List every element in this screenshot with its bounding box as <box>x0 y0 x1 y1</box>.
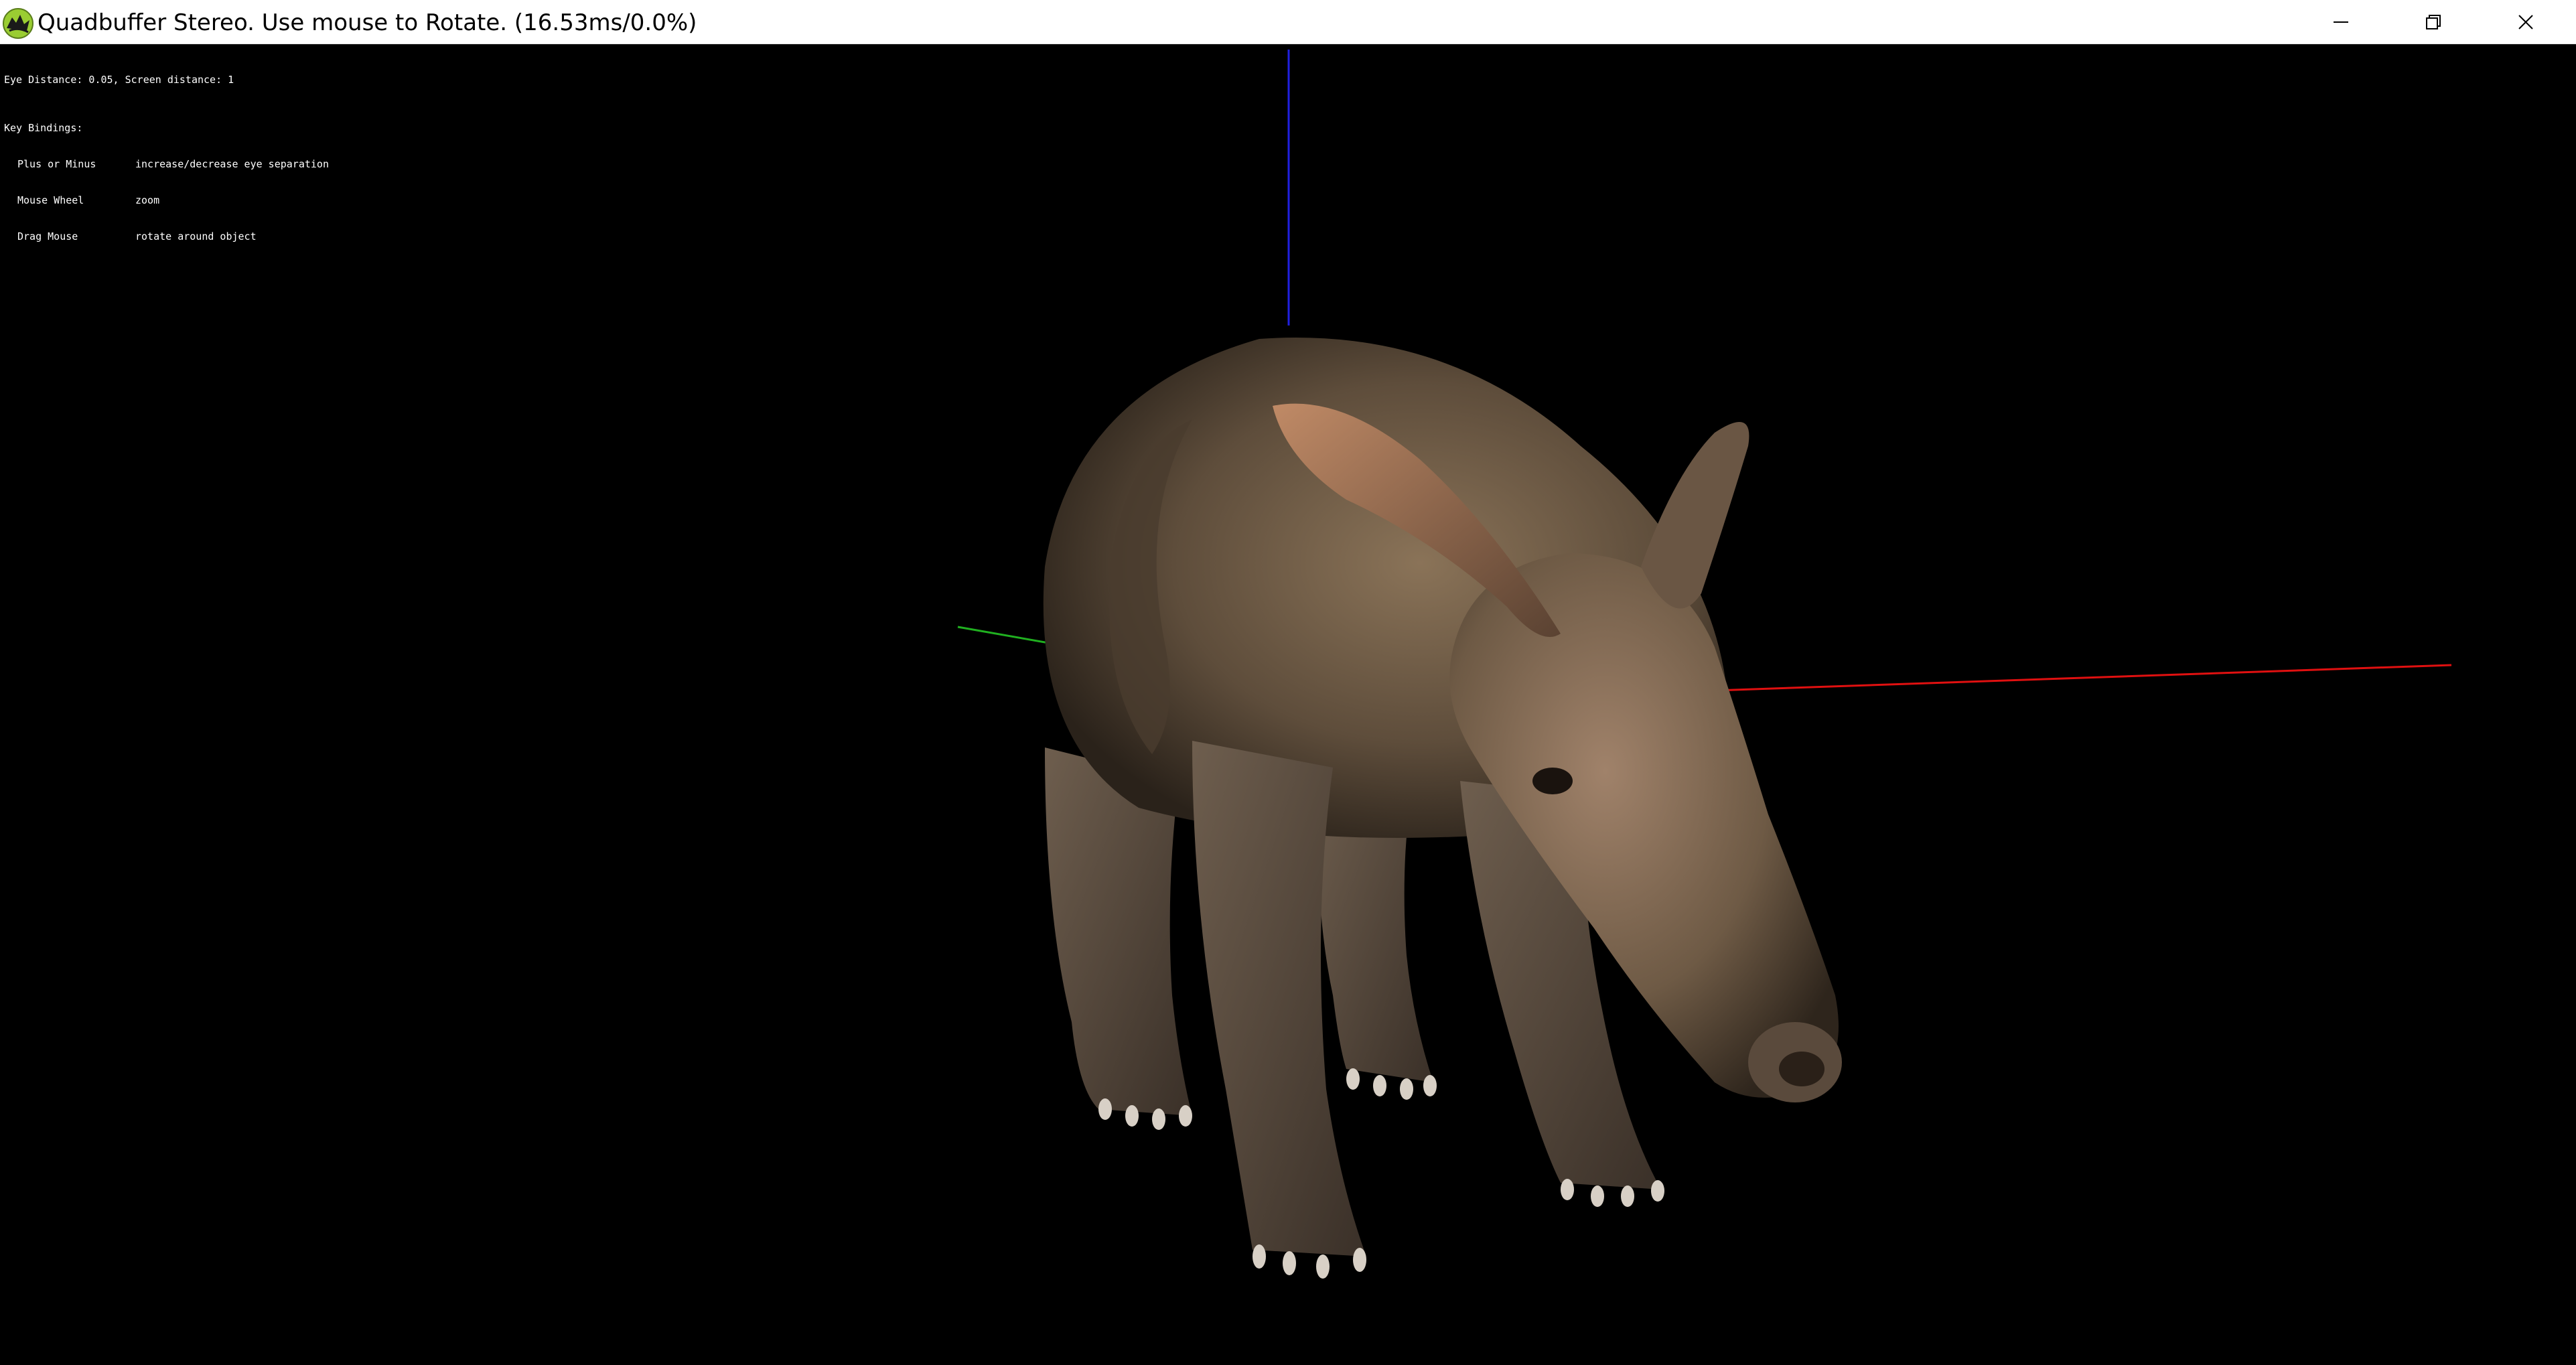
hud-overlay: Eye Distance: 0.05, Screen distance: 1 K… <box>4 50 329 267</box>
key-binding-row: Drag Mouse rotate around object <box>4 230 329 242</box>
window-title: Quadbuffer Stereo. Use mouse to Rotate. … <box>38 9 697 36</box>
key-binding-action: zoom <box>135 194 160 206</box>
key-binding-key: Mouse Wheel <box>17 194 84 206</box>
eye-distance-status: Eye Distance: 0.05, Screen distance: 1 <box>4 74 234 86</box>
key-binding-row: Mouse Wheel zoom <box>4 194 329 206</box>
title-bar[interactable]: Quadbuffer Stereo. Use mouse to Rotate. … <box>0 0 2576 44</box>
x-axis-line <box>1714 664 2452 692</box>
scene-render <box>957 50 2452 1279</box>
minimize-button[interactable] <box>2295 0 2387 44</box>
key-binding-action: rotate around object <box>135 230 257 242</box>
restore-icon <box>2426 15 2441 29</box>
3d-viewport[interactable]: Eye Distance: 0.05, Screen distance: 1 K… <box>0 44 2576 1365</box>
key-binding-row: Plus or Minus increase/decrease eye sepa… <box>4 158 329 170</box>
key-binding-key: Plus or Minus <box>17 158 96 170</box>
key-binding-key: Drag Mouse <box>17 230 78 242</box>
close-button[interactable] <box>2480 0 2572 44</box>
key-binding-action: increase/decrease eye separation <box>135 158 329 170</box>
close-icon <box>2518 15 2533 29</box>
key-bindings-header: Key Bindings: <box>4 122 83 134</box>
restore-button[interactable] <box>2387 0 2480 44</box>
osg-app-icon <box>3 8 33 39</box>
application-window: Quadbuffer Stereo. Use mouse to Rotate. … <box>0 0 2576 1365</box>
minimize-icon <box>2334 21 2348 23</box>
aardvark-model <box>1043 338 1842 1279</box>
